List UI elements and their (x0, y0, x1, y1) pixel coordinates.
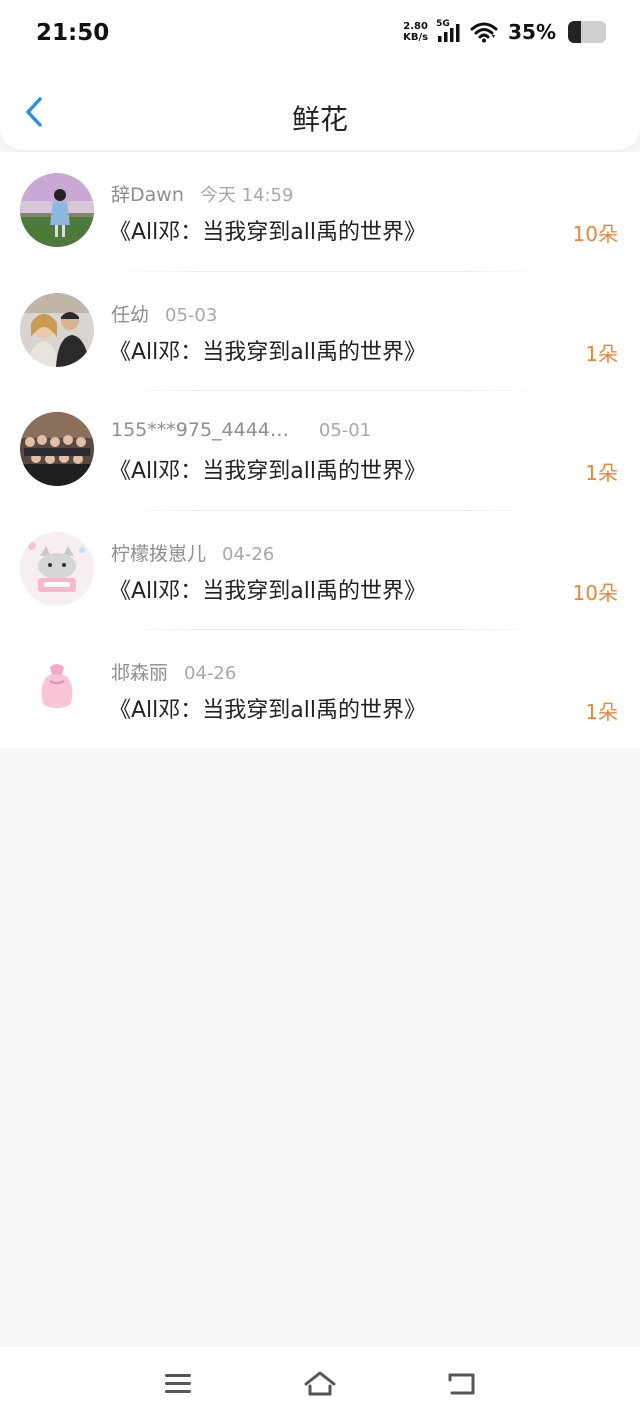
page-title: 鲜花 (291, 103, 348, 136)
back-nav-button[interactable] (446, 1369, 478, 1399)
flower-count: 1朵 (585, 700, 618, 724)
network-speed-unit: KB/s (403, 32, 429, 43)
avatar[interactable] (20, 412, 94, 486)
network-type-label: 5G (436, 19, 450, 29)
flower-list: 辞Dawn 今天 14:59 《All邓：当我穿到all禹的世界》 10朵 任幼 0… (0, 152, 640, 748)
flower-count: 1朵 (585, 461, 618, 485)
book-title: 《All邓：当我穿到all禹的世界》 (109, 578, 426, 604)
sender-name: 辞Dawn (111, 184, 184, 206)
network-speed-value: 2.80 (403, 21, 428, 32)
book-title: 《All邓：当我穿到all禹的世界》 (109, 220, 426, 245)
send-date: 04-26 (222, 543, 275, 565)
book-title: 《All邓：当我穿到all禹的世界》 (109, 459, 426, 484)
list-item[interactable]: 辞Dawn 今天 14:59 《All邓：当我穿到all禹的世界》 10朵 (0, 152, 640, 272)
home-button[interactable] (303, 1369, 336, 1399)
menu-button[interactable] (162, 1369, 194, 1399)
flower-count: 10朵 (572, 580, 618, 605)
back-icon (448, 1373, 475, 1395)
avatar[interactable] (20, 531, 94, 606)
network-speed: 2.80 KB/s (403, 21, 428, 43)
list-item[interactable]: 柠檬拨崽儿 04-26 《All邓：当我穿到all禹的世界》 10朵 (0, 511, 640, 630)
list-item[interactable]: 155***975_4444… 05-01 《All邓：当我穿到all禹的世界》 … (0, 391, 640, 511)
sender-name: 任幼 (111, 303, 150, 326)
send-date: 05-03 (165, 304, 218, 326)
list-item[interactable]: 邶森丽 04-26 《All邓：当我穿到all禹的世界》 1朵 (0, 630, 640, 750)
system-nav-bar (0, 1347, 640, 1422)
sender-info: 辞Dawn 今天 14:59 (111, 180, 293, 207)
sender-info: 任幼 05-03 (111, 300, 217, 327)
battery-icon (568, 21, 606, 43)
page-header: 鲜花 (0, 70, 640, 150)
home-icon (304, 1371, 336, 1396)
sender-name: 邶森丽 (111, 662, 169, 684)
cellular-signal-icon: 5G (436, 19, 462, 44)
sender-name: 柠檬拨崽儿 (111, 542, 207, 565)
sender-name: 155***975_4444… (111, 419, 289, 441)
status-bar: 21:50 2.80 KB/s 5G 35% (0, 0, 640, 70)
status-indicators: 2.80 KB/s 5G 35% (403, 19, 606, 44)
book-title: 《All邓：当我穿到all禹的世界》 (109, 339, 426, 365)
list-item[interactable]: 任幼 05-03 《All邓：当我穿到all禹的世界》 1朵 (0, 272, 640, 391)
status-time: 21:50 (36, 20, 110, 46)
flower-count: 10朵 (572, 222, 618, 246)
sender-info: 邶森丽 04-26 (111, 658, 236, 685)
book-title: 《All邓：当我穿到all禹的世界》 (109, 698, 426, 723)
sender-info: 155***975_4444… 05-01 (111, 419, 371, 441)
flower-count: 1朵 (585, 341, 618, 366)
avatar[interactable] (20, 651, 94, 725)
wifi-icon (470, 22, 498, 43)
menu-icon (165, 1374, 191, 1393)
avatar[interactable] (20, 292, 94, 367)
sender-info: 柠檬拨崽儿 04-26 (111, 539, 274, 566)
avatar[interactable] (20, 173, 94, 247)
send-date: 05-01 (318, 420, 372, 441)
send-date: 今天 14:59 (199, 185, 294, 206)
battery-level-fill (568, 21, 582, 43)
send-date: 04-26 (184, 663, 237, 684)
battery-percent: 35% (508, 20, 556, 44)
